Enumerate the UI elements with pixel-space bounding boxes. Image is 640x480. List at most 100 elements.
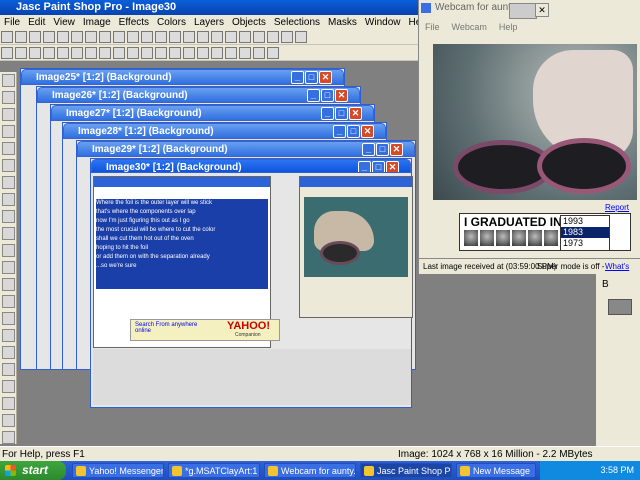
tool-icon[interactable] bbox=[2, 329, 15, 342]
close-button[interactable]: ✕ bbox=[319, 71, 332, 84]
tool-icon[interactable] bbox=[2, 142, 15, 155]
toolbar-button-icon[interactable] bbox=[267, 47, 279, 59]
toolbar-button-icon[interactable] bbox=[141, 47, 153, 59]
toolbar-button-icon[interactable] bbox=[85, 31, 97, 43]
tool-icon[interactable] bbox=[2, 227, 15, 240]
side-x-icon[interactable] bbox=[608, 299, 632, 315]
toolbar-button-icon[interactable] bbox=[211, 31, 223, 43]
tool-icon[interactable] bbox=[2, 278, 15, 291]
toolbar-button-icon[interactable] bbox=[57, 31, 69, 43]
image-window-titlebar[interactable]: Image27* [1:2] (Background) _ □ ✕ bbox=[51, 105, 374, 121]
toolbar-button-icon[interactable] bbox=[253, 47, 265, 59]
toolbar-button-icon[interactable] bbox=[113, 47, 125, 59]
image-window-titlebar[interactable]: Image29* [1:2] (Background) _ □ ✕ bbox=[77, 141, 415, 157]
tool-icon[interactable] bbox=[2, 108, 15, 121]
minimize-button[interactable]: _ bbox=[321, 107, 334, 120]
tool-icon[interactable] bbox=[2, 244, 15, 257]
year-option[interactable]: 1983 bbox=[561, 227, 609, 238]
toolbar-button-icon[interactable] bbox=[99, 31, 111, 43]
toolbar-button-icon[interactable] bbox=[71, 47, 83, 59]
toolbar-button-icon[interactable] bbox=[71, 31, 83, 43]
taskbar-button[interactable]: Webcam for aunty... bbox=[264, 463, 356, 478]
psp-menu-objects[interactable]: Objects bbox=[228, 17, 270, 28]
toolbar-button-icon[interactable] bbox=[239, 47, 251, 59]
tool-icon[interactable] bbox=[2, 431, 15, 444]
toolbar-button-icon[interactable] bbox=[57, 47, 69, 59]
toolbar-button-icon[interactable] bbox=[239, 31, 251, 43]
psp-menu-selections[interactable]: Selections bbox=[270, 17, 324, 28]
toolbar-button-icon[interactable] bbox=[155, 31, 167, 43]
toolbar-button-icon[interactable] bbox=[183, 47, 195, 59]
toolbar-button-icon[interactable] bbox=[169, 31, 181, 43]
maximize-button[interactable]: □ bbox=[347, 125, 360, 138]
image30-canvas[interactable]: Where the foil is the outer layer will w… bbox=[90, 172, 413, 408]
toolbar-button-icon[interactable] bbox=[141, 31, 153, 43]
psp-menu-image[interactable]: Image bbox=[79, 17, 115, 28]
psp-menu-window[interactable]: Window bbox=[361, 17, 405, 28]
toolbar-button-icon[interactable] bbox=[1, 31, 13, 43]
psp-menu-effects[interactable]: Effects bbox=[115, 17, 153, 28]
webcam-menu-webcam[interactable]: Webcam bbox=[446, 22, 493, 32]
psp-menu-masks[interactable]: Masks bbox=[324, 17, 361, 28]
toolbar-button-icon[interactable] bbox=[197, 47, 209, 59]
close-button[interactable]: ✕ bbox=[349, 107, 362, 120]
tool-icon[interactable] bbox=[2, 210, 15, 223]
toolbar-button-icon[interactable] bbox=[29, 47, 41, 59]
image-window-titlebar[interactable]: Image26* [1:2] (Background) _ □ ✕ bbox=[37, 87, 360, 103]
tool-icon[interactable] bbox=[2, 193, 15, 206]
webcam-menu-file[interactable]: File bbox=[419, 22, 446, 32]
toolbar-button-icon[interactable] bbox=[43, 31, 55, 43]
toolbar-button-icon[interactable] bbox=[29, 31, 41, 43]
toolbar-button-icon[interactable] bbox=[253, 31, 265, 43]
year-option[interactable]: 1973 bbox=[561, 238, 609, 249]
taskbar-button[interactable]: New Message bbox=[456, 463, 536, 478]
tool-icon[interactable] bbox=[2, 261, 15, 274]
toolbar-button-icon[interactable] bbox=[183, 31, 195, 43]
toolbar-button-icon[interactable] bbox=[197, 31, 209, 43]
toolbar-button-icon[interactable] bbox=[99, 47, 111, 59]
toolbar-button-icon[interactable] bbox=[127, 31, 139, 43]
webcam-menu-help[interactable]: Help bbox=[493, 22, 524, 32]
image-window-titlebar[interactable]: Image28* [1:2] (Background) _ □ ✕ bbox=[63, 123, 386, 139]
psp-menu-colors[interactable]: Colors bbox=[153, 17, 190, 28]
toolbar-button-icon[interactable] bbox=[281, 31, 293, 43]
minimize-button[interactable]: _ bbox=[362, 143, 375, 156]
toolbar-button-icon[interactable] bbox=[113, 31, 125, 43]
maximize-button[interactable]: □ bbox=[376, 143, 389, 156]
psp-menu-view[interactable]: View bbox=[49, 17, 79, 28]
image-window-titlebar[interactable]: Image25* [1:2] (Background) _ □ ✕ bbox=[21, 69, 344, 85]
tool-icon[interactable] bbox=[2, 159, 15, 172]
toolbar-button-icon[interactable] bbox=[127, 47, 139, 59]
toolbar-button-icon[interactable] bbox=[85, 47, 97, 59]
webcam-close-button[interactable]: ✕ bbox=[535, 3, 549, 17]
toolbar-button-icon[interactable] bbox=[1, 47, 13, 59]
tool-icon[interactable] bbox=[2, 74, 15, 87]
toolbar-button-icon[interactable] bbox=[267, 31, 279, 43]
graduated-ad[interactable]: I GRADUATED IN: 1993 1983 1973 bbox=[459, 213, 631, 251]
tool-icon[interactable] bbox=[2, 312, 15, 325]
year-list[interactable]: 1993 1983 1973 bbox=[560, 215, 610, 251]
toolbar-button-icon[interactable] bbox=[15, 47, 27, 59]
psp-menu-edit[interactable]: Edit bbox=[24, 17, 49, 28]
tool-icon[interactable] bbox=[2, 363, 15, 376]
close-button[interactable]: ✕ bbox=[335, 89, 348, 102]
psp-menu-layers[interactable]: Layers bbox=[190, 17, 228, 28]
tool-icon[interactable] bbox=[2, 295, 15, 308]
toolbar-button-icon[interactable] bbox=[15, 31, 27, 43]
tool-icon[interactable] bbox=[2, 380, 15, 393]
webcam-toolbar-icon[interactable] bbox=[509, 3, 537, 19]
tool-icon[interactable] bbox=[2, 414, 15, 427]
toolbar-button-icon[interactable] bbox=[43, 47, 55, 59]
maximize-button[interactable]: □ bbox=[335, 107, 348, 120]
taskbar-button[interactable]: Yahoo! Messenger ... bbox=[72, 463, 164, 478]
taskbar-button[interactable]: Jasc Paint Shop Pro... bbox=[360, 463, 452, 478]
toolbar-button-icon[interactable] bbox=[225, 47, 237, 59]
year-option[interactable]: 1993 bbox=[561, 216, 609, 227]
taskbar-button[interactable]: *g.MSATClayArt:1 ... bbox=[168, 463, 260, 478]
tool-icon[interactable] bbox=[2, 397, 15, 410]
toolbar-button-icon[interactable] bbox=[225, 31, 237, 43]
tool-icon[interactable] bbox=[2, 176, 15, 189]
minimize-button[interactable]: _ bbox=[333, 125, 346, 138]
psp-menu-file[interactable]: File bbox=[0, 17, 24, 28]
tool-icon[interactable] bbox=[2, 91, 15, 104]
